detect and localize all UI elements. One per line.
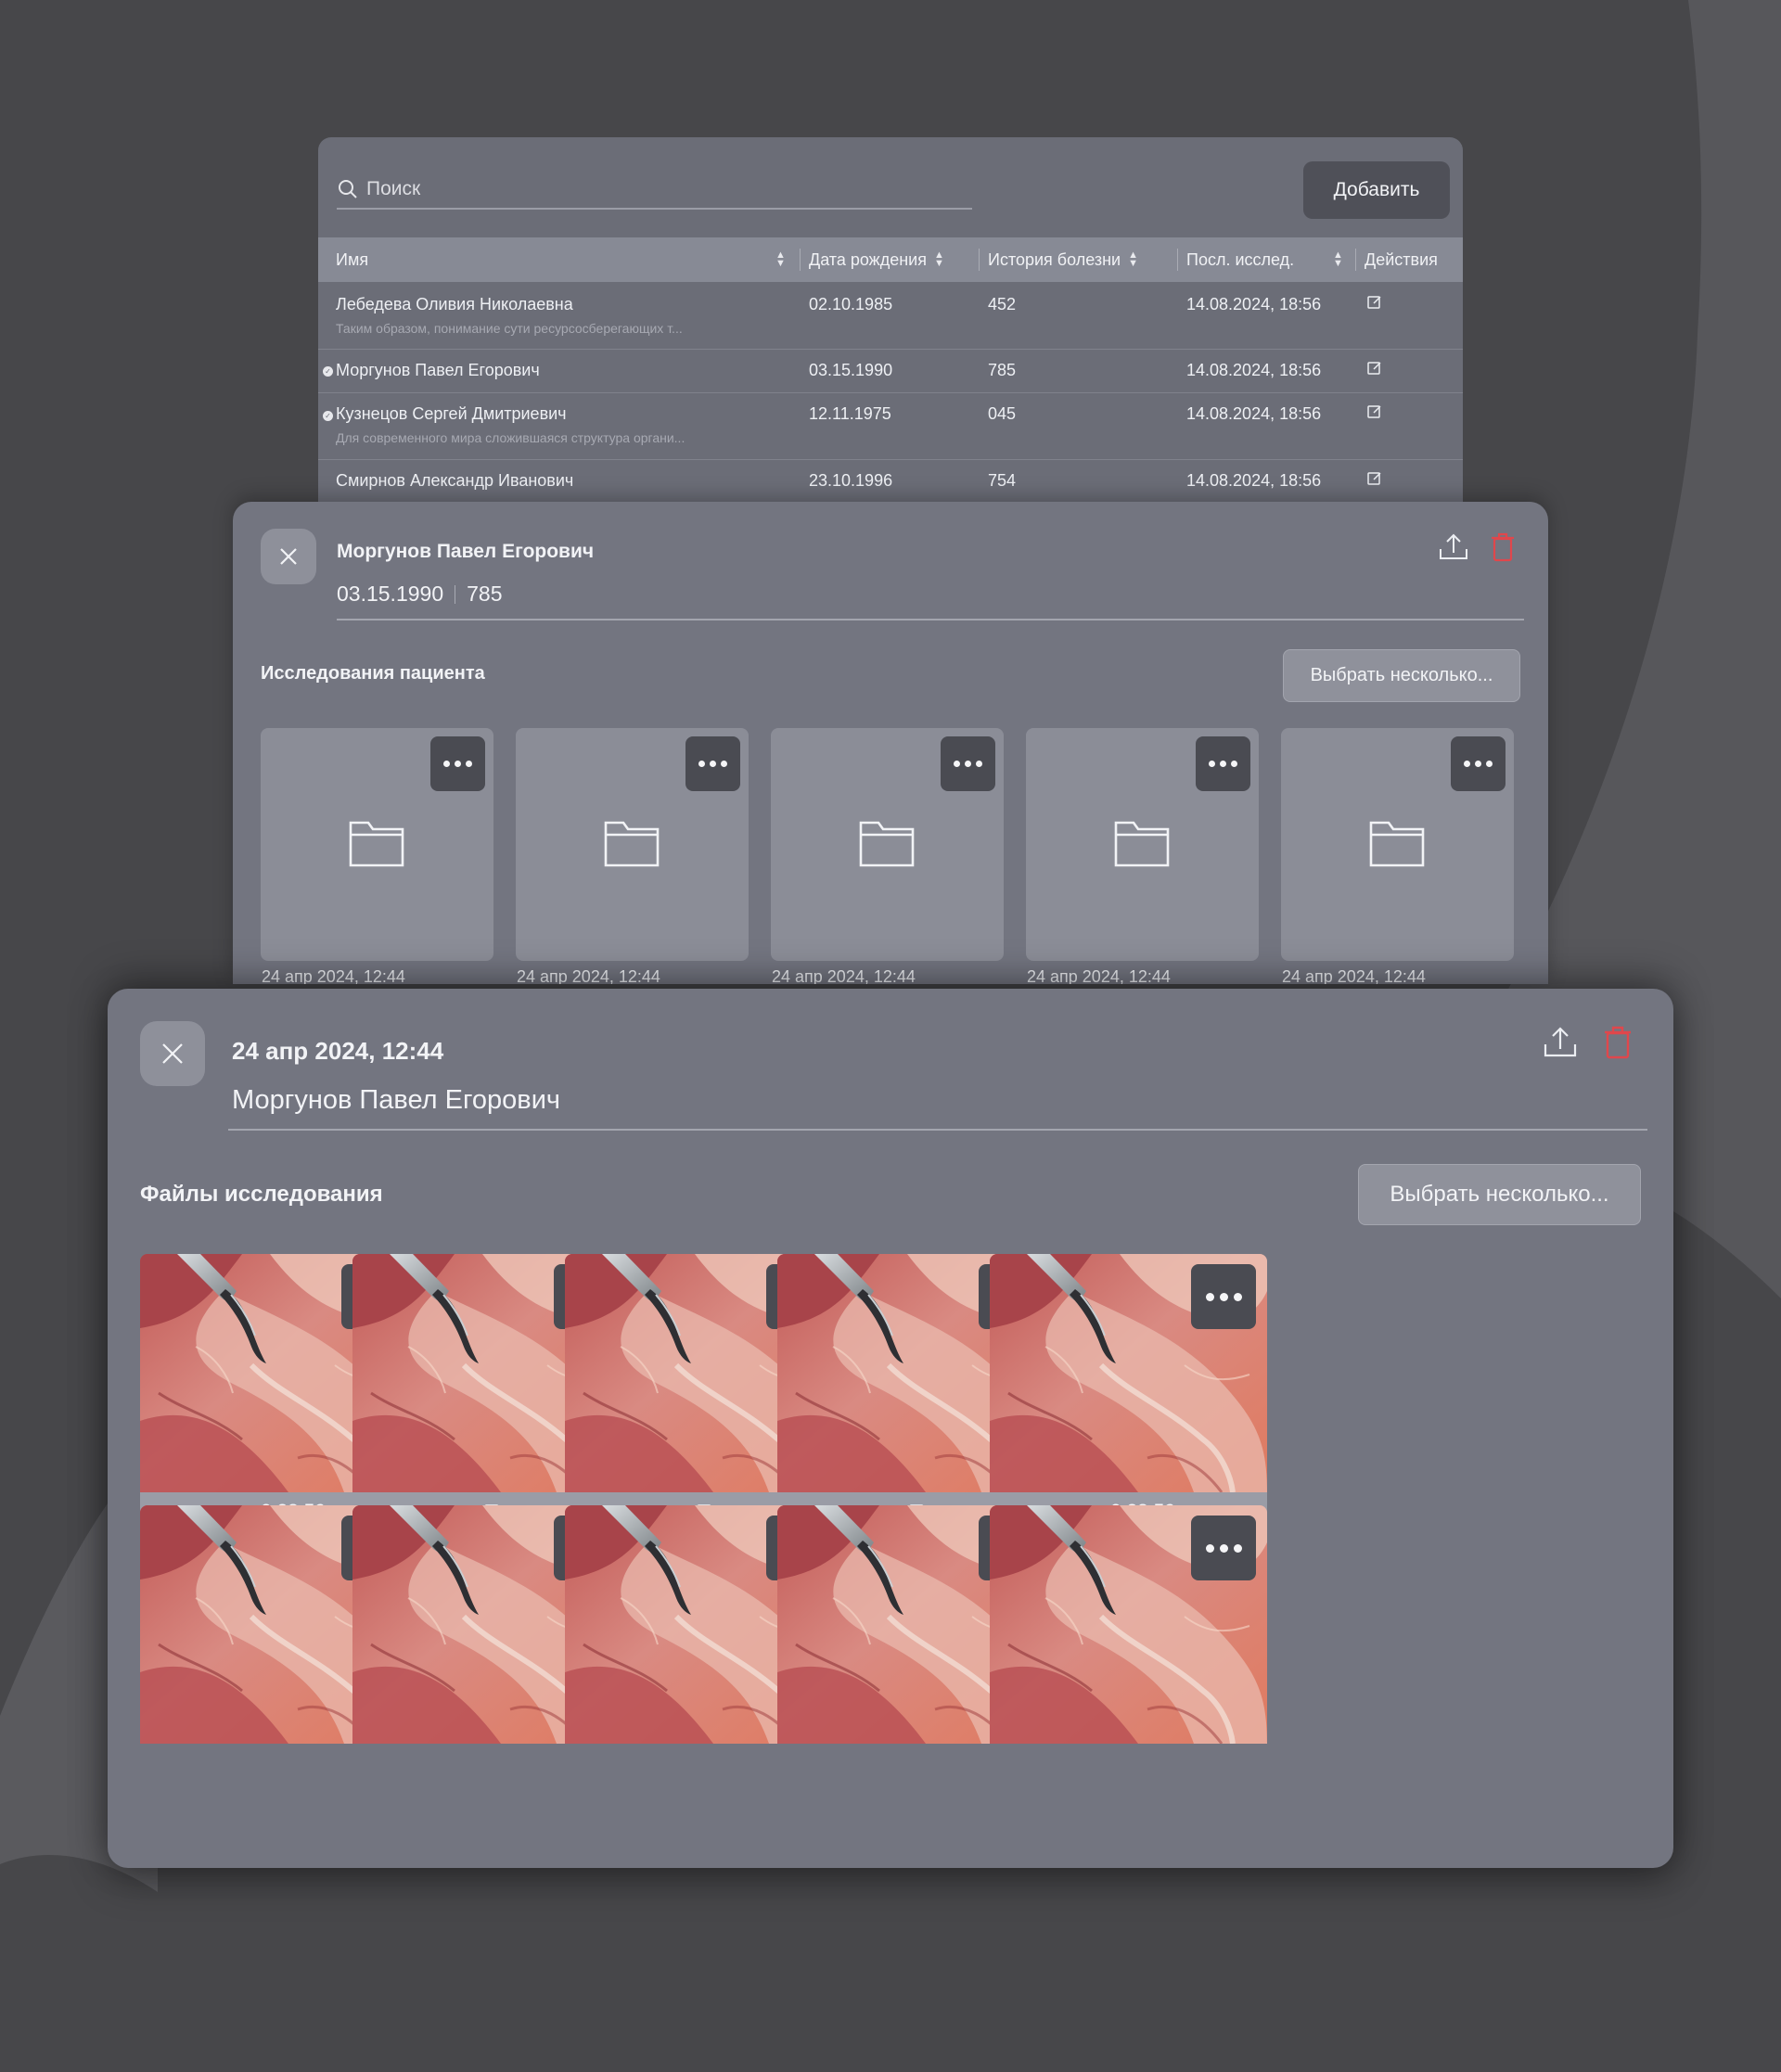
study-title: 24 апр 2024, 12:44 xyxy=(232,1037,444,1065)
birth-date: 12.11.1975 xyxy=(809,404,891,423)
export-icon[interactable] xyxy=(1437,532,1470,562)
header-divider xyxy=(228,1129,1647,1131)
study-card[interactable] xyxy=(771,728,1004,961)
patients-list-panel: Добавить Имя ▲▼ Дата рождения ▲▼ История … xyxy=(318,137,1463,527)
more-button[interactable] xyxy=(1191,1264,1256,1329)
more-button[interactable] xyxy=(430,736,485,791)
study-card[interactable] xyxy=(516,728,749,961)
history-number: 785 xyxy=(467,582,503,606)
search-input[interactable] xyxy=(366,178,923,200)
search-bar[interactable] xyxy=(337,171,972,210)
trash-icon[interactable] xyxy=(1603,1026,1633,1059)
last-study-date: 14.08.2024, 18:56 xyxy=(1186,471,1322,490)
study-card[interactable] xyxy=(1026,728,1259,961)
table-header: Имя ▲ ▼ Дата рождения ▲ ▼ История болезни ▲ ▼… xyxy=(318,237,1463,282)
study-date: 24 апр 2024, 12:44 xyxy=(772,967,916,984)
patient-name: Лебедева Оливия Николаевна xyxy=(336,295,573,313)
last-study-date: 14.08.2024, 18:56 xyxy=(1186,295,1322,313)
more-button[interactable] xyxy=(941,736,995,791)
column-header-name[interactable]: Имя xyxy=(336,237,368,282)
close-button[interactable] xyxy=(261,529,316,584)
patient-name: Смирнов Александр Иванович xyxy=(336,471,574,490)
marked-indicator: ✓ xyxy=(323,411,333,421)
column-header-birth[interactable]: Дата рождения ▲ ▼ xyxy=(809,237,944,282)
study-date: 24 апр 2024, 12:44 xyxy=(517,967,660,984)
search-icon xyxy=(339,180,357,198)
history-number: 754 xyxy=(988,471,1017,490)
sort-icon: ▲ ▼ xyxy=(933,249,944,269)
patient-name: Моргунов Павел Егорович xyxy=(232,1085,561,1115)
file-card[interactable] xyxy=(990,1505,1267,1784)
study-card[interactable] xyxy=(261,728,493,961)
marked-indicator: ✓ xyxy=(323,366,333,377)
more-button[interactable] xyxy=(1196,736,1250,791)
file-thumbnail[interactable] xyxy=(990,1254,1267,1492)
section-title: Исследования пациента xyxy=(261,663,485,684)
last-study-date: 14.08.2024, 18:56 xyxy=(1186,404,1322,423)
patient-meta: 03.15.1990 785 xyxy=(337,582,503,607)
birth-date: 02.10.1985 xyxy=(809,295,893,313)
more-button[interactable] xyxy=(1191,1516,1256,1580)
column-header-actions: Действия xyxy=(1365,237,1438,282)
folder-icon xyxy=(859,821,915,867)
table-row[interactable]: ✓ Моргунов Павел Егорович 03.15.1990 785… xyxy=(318,349,1463,392)
column-label: Посл. исслед. xyxy=(1186,249,1295,269)
birth-date: 03.15.1990 xyxy=(809,361,893,379)
study-files-panel: 24 апр 2024, 12:44 Моргунов Павел Егоров… xyxy=(108,989,1673,1868)
edit-icon[interactable] xyxy=(1366,403,1383,425)
column-label: Действия xyxy=(1365,249,1438,269)
study-date: 24 апр 2024, 12:44 xyxy=(1282,967,1426,984)
close-button[interactable] xyxy=(140,1021,205,1086)
history-number: 045 xyxy=(988,404,1017,423)
column-divider xyxy=(800,249,801,271)
add-patient-button[interactable]: Добавить xyxy=(1303,161,1450,219)
folder-icon xyxy=(604,821,660,867)
edit-icon[interactable] xyxy=(1366,470,1383,492)
patient-note: Для современного мира сложившаяся структ… xyxy=(336,430,685,445)
sort-icon: ▲ ▼ xyxy=(1128,249,1138,269)
header-divider xyxy=(337,619,1524,620)
column-label: Имя xyxy=(336,249,369,269)
patient-note: Таким образом, понимание сути ресурсосбе… xyxy=(336,321,683,336)
section-title: Файлы исследования xyxy=(140,1182,383,1207)
history-number: 452 xyxy=(988,295,1017,313)
patient-name: Кузнецов Сергей Дмитриевич xyxy=(336,404,567,423)
folder-icon xyxy=(1114,821,1170,867)
more-button[interactable] xyxy=(1451,736,1506,791)
study-date: 24 апр 2024, 12:44 xyxy=(1027,967,1171,984)
birth-date: 23.10.1996 xyxy=(809,471,893,490)
more-button[interactable] xyxy=(685,736,740,791)
select-multiple-button[interactable]: Выбрать несколько... xyxy=(1358,1164,1641,1225)
trash-icon[interactable] xyxy=(1490,532,1516,562)
edit-icon[interactable] xyxy=(1366,294,1383,315)
close-icon xyxy=(162,1043,183,1064)
history-number: 785 xyxy=(988,361,1017,379)
folder-icon xyxy=(1369,821,1425,867)
last-study-date: 14.08.2024, 18:56 xyxy=(1186,361,1322,379)
sort-icon[interactable]: ▲ ▼ xyxy=(775,237,786,282)
column-header-history[interactable]: История болезни ▲ ▼ xyxy=(988,237,1138,282)
sort-icon[interactable]: ▲ ▼ xyxy=(1333,237,1343,282)
birth-date: 03.15.1990 xyxy=(337,582,444,606)
study-card[interactable] xyxy=(1281,728,1514,961)
export-icon[interactable] xyxy=(1542,1026,1579,1059)
study-date: 24 апр 2024, 12:44 xyxy=(262,967,405,984)
column-label: Дата рождения xyxy=(809,249,927,269)
table-row[interactable]: Лебедева Оливия Николаевна Таким образом… xyxy=(318,282,1463,349)
column-divider xyxy=(1177,249,1178,271)
edit-icon[interactable] xyxy=(1366,360,1383,381)
column-divider xyxy=(1355,249,1356,271)
patient-name: Моргунов Павел Егорович xyxy=(336,361,540,379)
table-row[interactable]: ✓ Кузнецов Сергей Дмитриевич Для совреме… xyxy=(318,392,1463,459)
patient-studies-panel: Моргунов Павел Егорович 03.15.1990 785 И… xyxy=(233,502,1548,984)
column-divider xyxy=(979,249,980,271)
select-multiple-button[interactable]: Выбрать несколько... xyxy=(1283,649,1520,702)
column-label: История болезни xyxy=(988,249,1121,269)
patient-name: Моргунов Павел Егорович xyxy=(337,541,595,562)
column-header-last-study[interactable]: Посл. исслед. xyxy=(1186,237,1294,282)
file-thumbnail[interactable] xyxy=(990,1505,1267,1744)
close-icon xyxy=(280,548,297,565)
folder-icon xyxy=(349,821,404,867)
